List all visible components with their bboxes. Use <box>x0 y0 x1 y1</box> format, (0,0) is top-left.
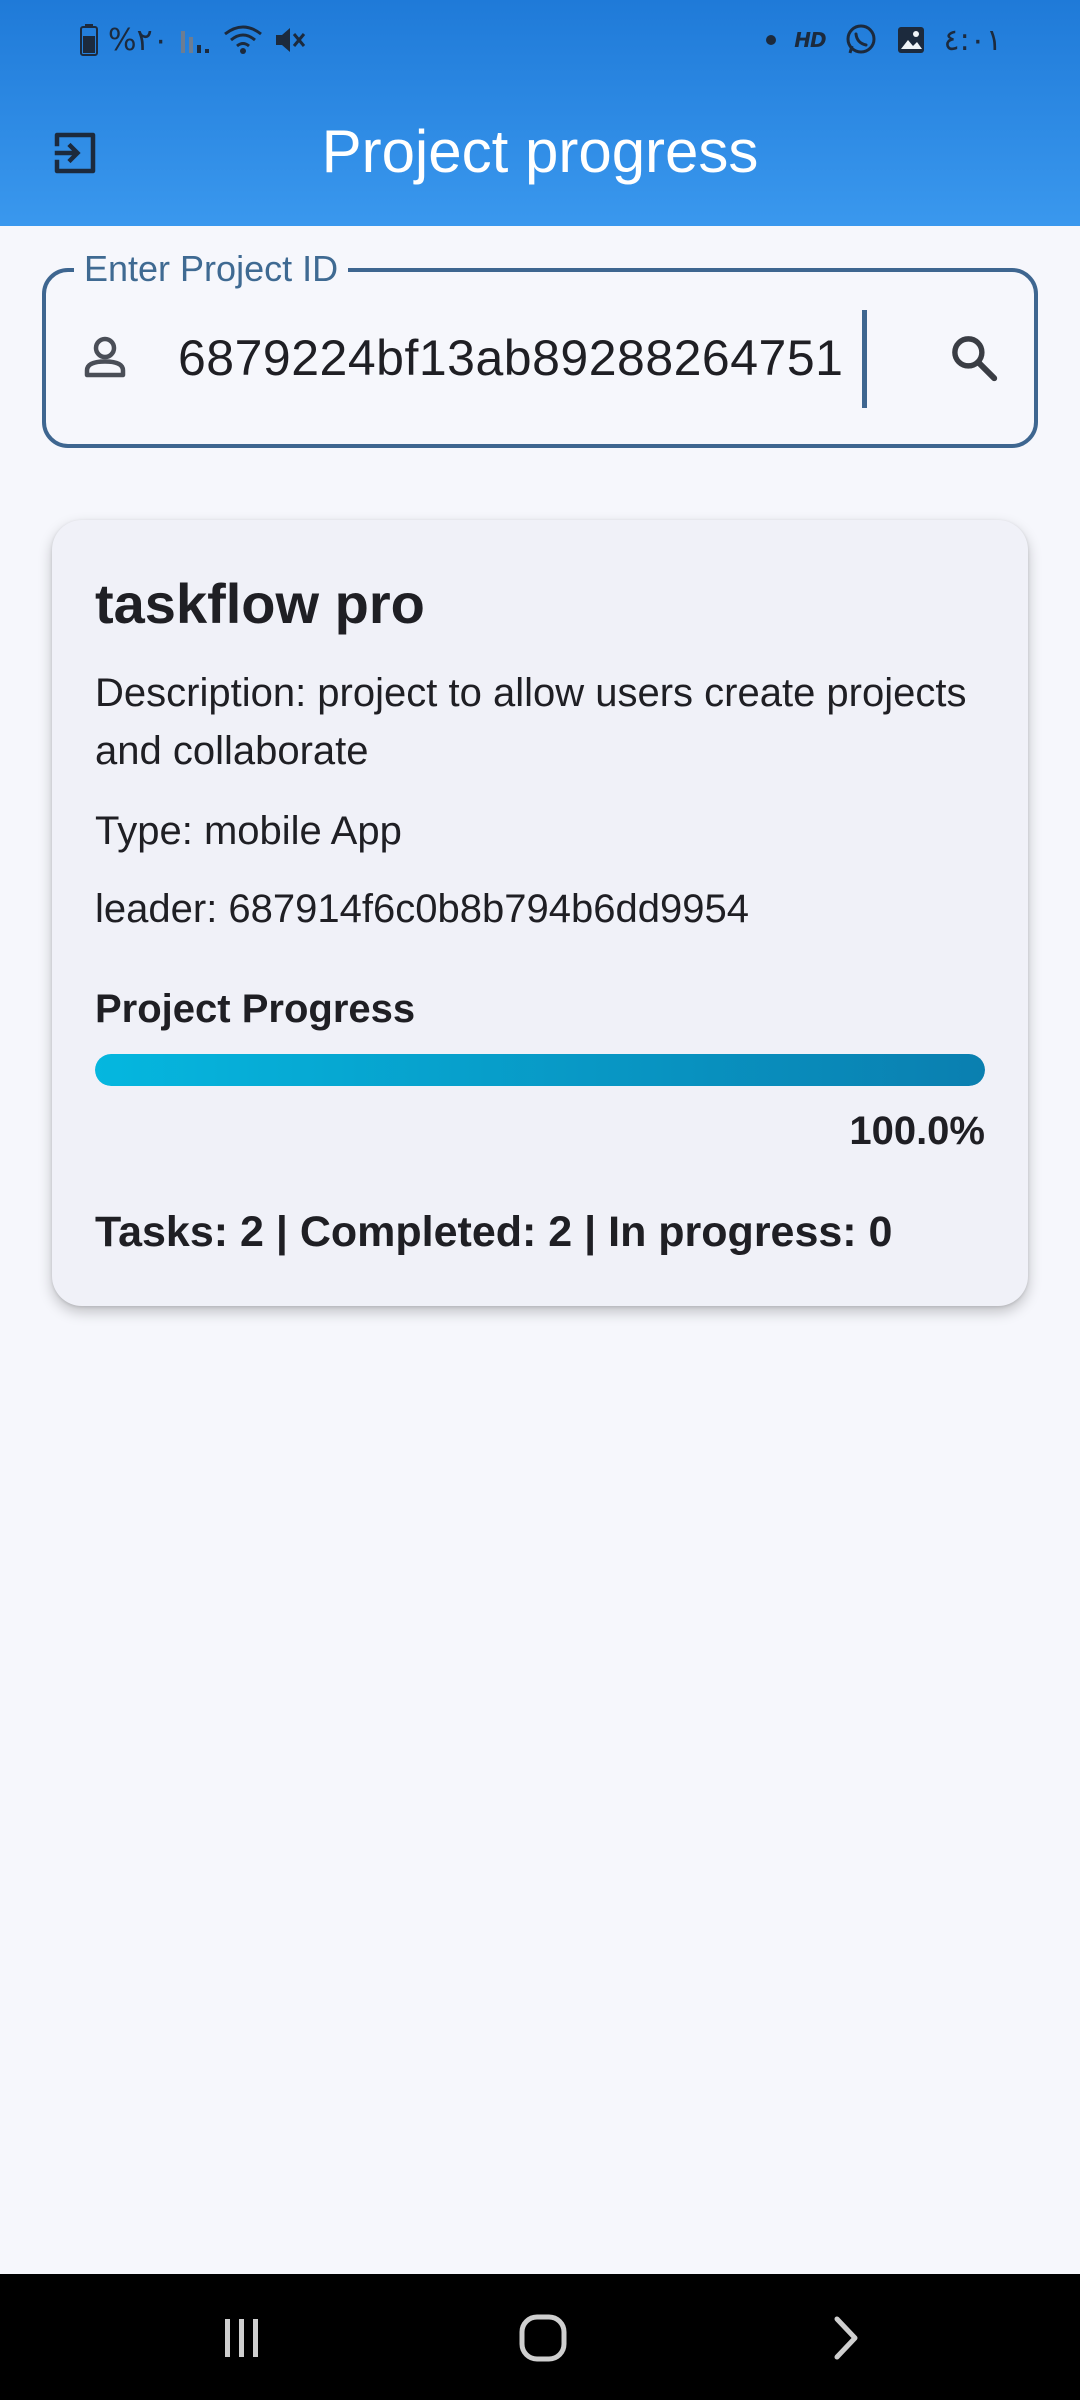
wifi-icon <box>223 24 263 56</box>
progress-bar-fill <box>95 1054 985 1086</box>
project-description: Description: project to allow users crea… <box>95 671 967 773</box>
project-name: taskflow pro <box>95 572 425 635</box>
home-button[interactable] <box>503 2304 583 2372</box>
recents-icon <box>225 2319 258 2357</box>
recents-button[interactable] <box>202 2304 282 2372</box>
progress-heading: Project Progress <box>95 987 416 1031</box>
signal-icon <box>179 25 213 55</box>
progress-percent: 100.0% <box>849 1109 985 1153</box>
hd-voice-icon: HD <box>794 28 826 52</box>
back-icon <box>834 2316 858 2360</box>
notification-dot-icon <box>766 35 777 45</box>
person-icon <box>78 330 132 384</box>
status-right: HD ٤:٠١ <box>766 18 1002 62</box>
progress-bar <box>95 1054 985 1086</box>
status-bar: %٢٠ HD ٤:٠١ <box>0 0 1080 80</box>
task-summary: Tasks: 2 | Completed: 2 | In progress: 0 <box>95 1208 893 1256</box>
search-icon <box>952 336 998 382</box>
battery-icon <box>80 24 98 56</box>
mute-icon <box>273 24 307 56</box>
gallery-icon <box>896 25 926 55</box>
back-button[interactable] <box>806 2304 886 2372</box>
text-caret <box>862 310 867 408</box>
battery-percent: %٢٠ <box>108 22 169 58</box>
clock: ٤:٠١ <box>943 22 1002 58</box>
home-icon <box>519 2314 567 2362</box>
project-id-label: Enter Project ID <box>74 248 349 290</box>
project-leader: leader: 687914f6c0b8b794b6dd9954 <box>95 887 749 931</box>
project-id-input[interactable]: 6879224bf13ab89288264751 <box>178 326 843 390</box>
search-button[interactable] <box>942 326 1006 390</box>
page-title: Project progress <box>321 118 759 185</box>
whatsapp-icon <box>844 23 878 57</box>
status-left: %٢٠ <box>80 18 307 62</box>
project-type: Type: mobile App <box>95 809 402 853</box>
